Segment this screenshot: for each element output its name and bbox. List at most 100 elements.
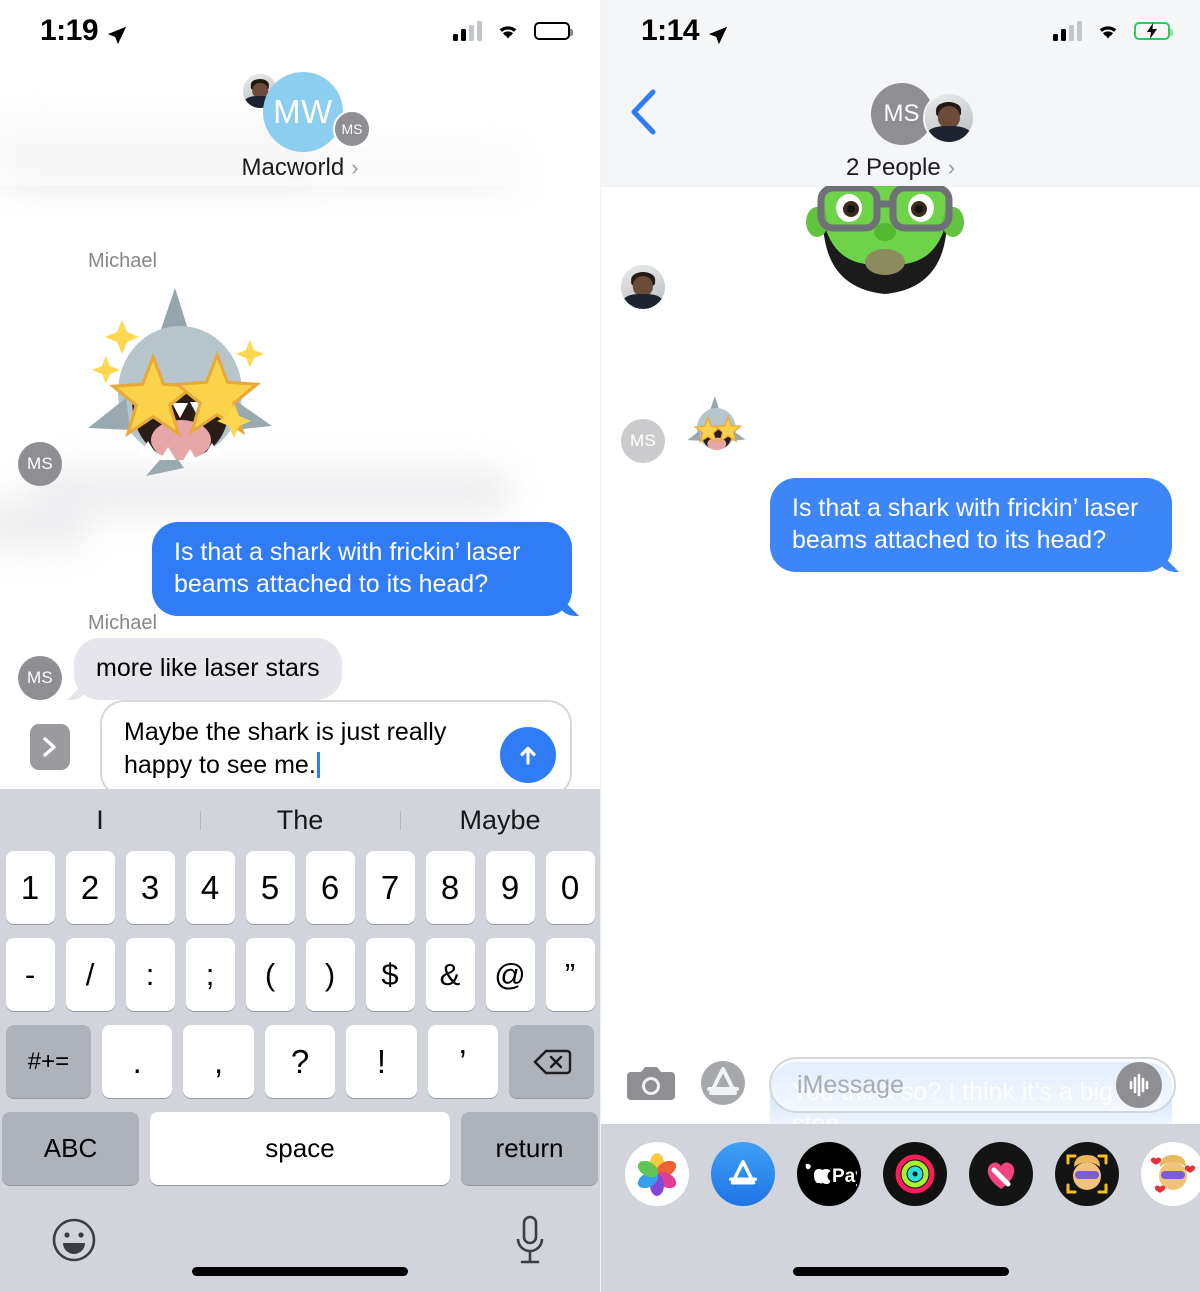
key-slash[interactable]: / [65,938,115,1011]
key-0[interactable]: 0 [545,851,595,924]
memoji-stickers-app-icon[interactable] [1141,1142,1200,1206]
photos-app-icon[interactable] [625,1142,689,1206]
status-bar: 1:14 [601,0,1200,62]
key-ampersand[interactable]: & [425,938,475,1011]
key-colon[interactable]: : [125,938,175,1011]
location-arrow-icon [707,20,729,45]
keyboard-row-numbers[interactable]: 1 2 3 4 5 6 7 8 9 0 [0,851,600,924]
key-symbols-shift[interactable]: #+= [5,1025,91,1098]
back-button[interactable] [627,88,661,136]
backspace-icon [532,1049,571,1074]
key-space[interactable]: space [150,1112,450,1185]
message-row[interactable] [621,158,975,313]
chevron-right-icon: › [947,155,956,180]
on-screen-keyboard[interactable]: I The Maybe 1 2 3 4 5 6 7 8 9 0 - / : ; [0,789,600,1292]
digital-touch-app-icon[interactable] [969,1142,1033,1206]
key-backspace[interactable] [509,1025,595,1098]
keyboard-row-bottom[interactable]: ABC space return [0,1112,600,1185]
key-question[interactable]: ? [264,1025,336,1098]
expand-apps-button[interactable] [30,724,70,770]
key-9[interactable]: 9 [485,851,535,924]
keyboard-row-punctuation[interactable]: #+= . , ? ! ’ [0,1025,600,1098]
message-bubble-outgoing[interactable]: Is that a shark with frickin’ laser beam… [152,522,572,616]
key-hyphen[interactable]: - [5,938,55,1011]
key-1[interactable]: 1 [5,851,55,924]
message-input[interactable]: Maybe the shark is just really happy to … [100,700,572,797]
avatar: MS [18,656,62,700]
message-row[interactable]: MS more like laser stars [18,638,342,700]
key-apostrophe[interactable]: ’ [427,1025,499,1098]
message-sender-name: Michael [88,250,157,272]
prediction-item[interactable]: I [0,805,200,836]
conversation-title-row[interactable]: 2 People › [846,154,955,182]
conversation-title-row[interactable]: Macworld › [241,154,358,182]
emoji-smiley-icon[interactable] [50,1216,98,1264]
avatar-group-initials: MW [263,72,343,152]
header-avatar-group[interactable]: MW MS [215,70,385,154]
app-store-app-icon[interactable] [711,1142,775,1206]
status-bar-left: 1:14 [641,14,729,48]
home-indicator [192,1267,408,1276]
right-phone-screen: 1:14 MS 2 People › MS Is that a shark wi… [600,0,1200,1292]
avatar-secondary-initials: MS [333,110,371,148]
message-bubble-incoming[interactable]: more like laser stars [74,638,342,700]
key-semicolon[interactable]: ; [185,938,235,1011]
key-exclamation[interactable]: ! [346,1025,417,1098]
message-bubble-outgoing[interactable]: Is that a shark with frickin’ laser beam… [770,478,1172,572]
chevron-right-icon [43,737,56,757]
key-return[interactable]: return [461,1112,598,1185]
key-2[interactable]: 2 [65,851,115,924]
message-row[interactable]: Is that a shark with frickin’ laser beam… [770,478,1172,572]
keyboard-utility-row[interactable] [0,1199,600,1267]
key-8[interactable]: 8 [425,851,475,924]
key-quote[interactable]: ” [545,938,595,1011]
key-7[interactable]: 7 [365,851,415,924]
activity-rings-app-icon[interactable] [883,1142,947,1206]
imessage-input[interactable]: iMessage [769,1057,1176,1113]
message-row[interactable]: Is that a shark with frickin’ laser beam… [152,522,572,616]
avatar-photo-thumbnail [922,92,975,144]
compose-bar[interactable]: Maybe the shark is just really happy to … [0,700,600,797]
battery-charging-icon [1134,22,1173,40]
status-bar: 1:19 [0,0,600,62]
camera-icon[interactable] [625,1062,677,1109]
send-button[interactable] [500,727,556,783]
predictive-text-bar[interactable]: I The Maybe [0,789,600,851]
key-3[interactable]: 3 [125,851,175,924]
key-paren-open[interactable]: ( [245,938,295,1011]
key-comma[interactable]: , [183,1025,254,1098]
audio-waveform-icon[interactable] [1116,1062,1162,1108]
prediction-item[interactable]: The [200,805,400,836]
key-dollar[interactable]: $ [365,938,415,1011]
page-title: 2 People [845,154,941,181]
prediction-item[interactable]: Maybe [400,805,600,836]
key-at[interactable]: @ [485,938,535,1011]
star-struck-shark-memoji[interactable] [80,280,290,480]
header-avatar-group[interactable]: MS [816,70,986,154]
avatar-photo [621,265,665,309]
message-sender-name: Michael [88,612,157,634]
key-5[interactable]: 5 [245,851,295,924]
key-paren-close[interactable]: ) [305,938,355,1011]
apple-pay-app-icon[interactable]: Pay [797,1142,861,1206]
key-6[interactable]: 6 [305,851,355,924]
message-row[interactable]: MS [18,280,290,486]
battery-full-icon [534,22,573,40]
compose-bar[interactable]: iMessage [601,1046,1200,1124]
keyboard-row-symbols[interactable]: - / : ; ( ) $ & @ ” [0,938,600,1011]
app-store-icon[interactable] [699,1059,747,1112]
animoji-app-icon[interactable] [1055,1142,1119,1206]
imessage-placeholder: iMessage [797,1070,904,1099]
star-struck-shark-memoji[interactable] [685,392,751,463]
message-row-thread[interactable]: MS [621,392,751,463]
status-bar-right [453,21,573,41]
home-indicator [792,1267,1009,1276]
avatar: MS [621,419,665,463]
green-alien-memoji[interactable] [795,158,975,305]
key-abc[interactable]: ABC [2,1112,139,1185]
dual-screenshot-comparison: 1:19 MW MS Macworld › Michael MS Is that… [0,0,1200,1292]
key-period[interactable]: . [101,1025,173,1098]
key-4[interactable]: 4 [185,851,235,924]
wifi-icon [1095,21,1121,41]
microphone-icon[interactable] [510,1213,550,1267]
